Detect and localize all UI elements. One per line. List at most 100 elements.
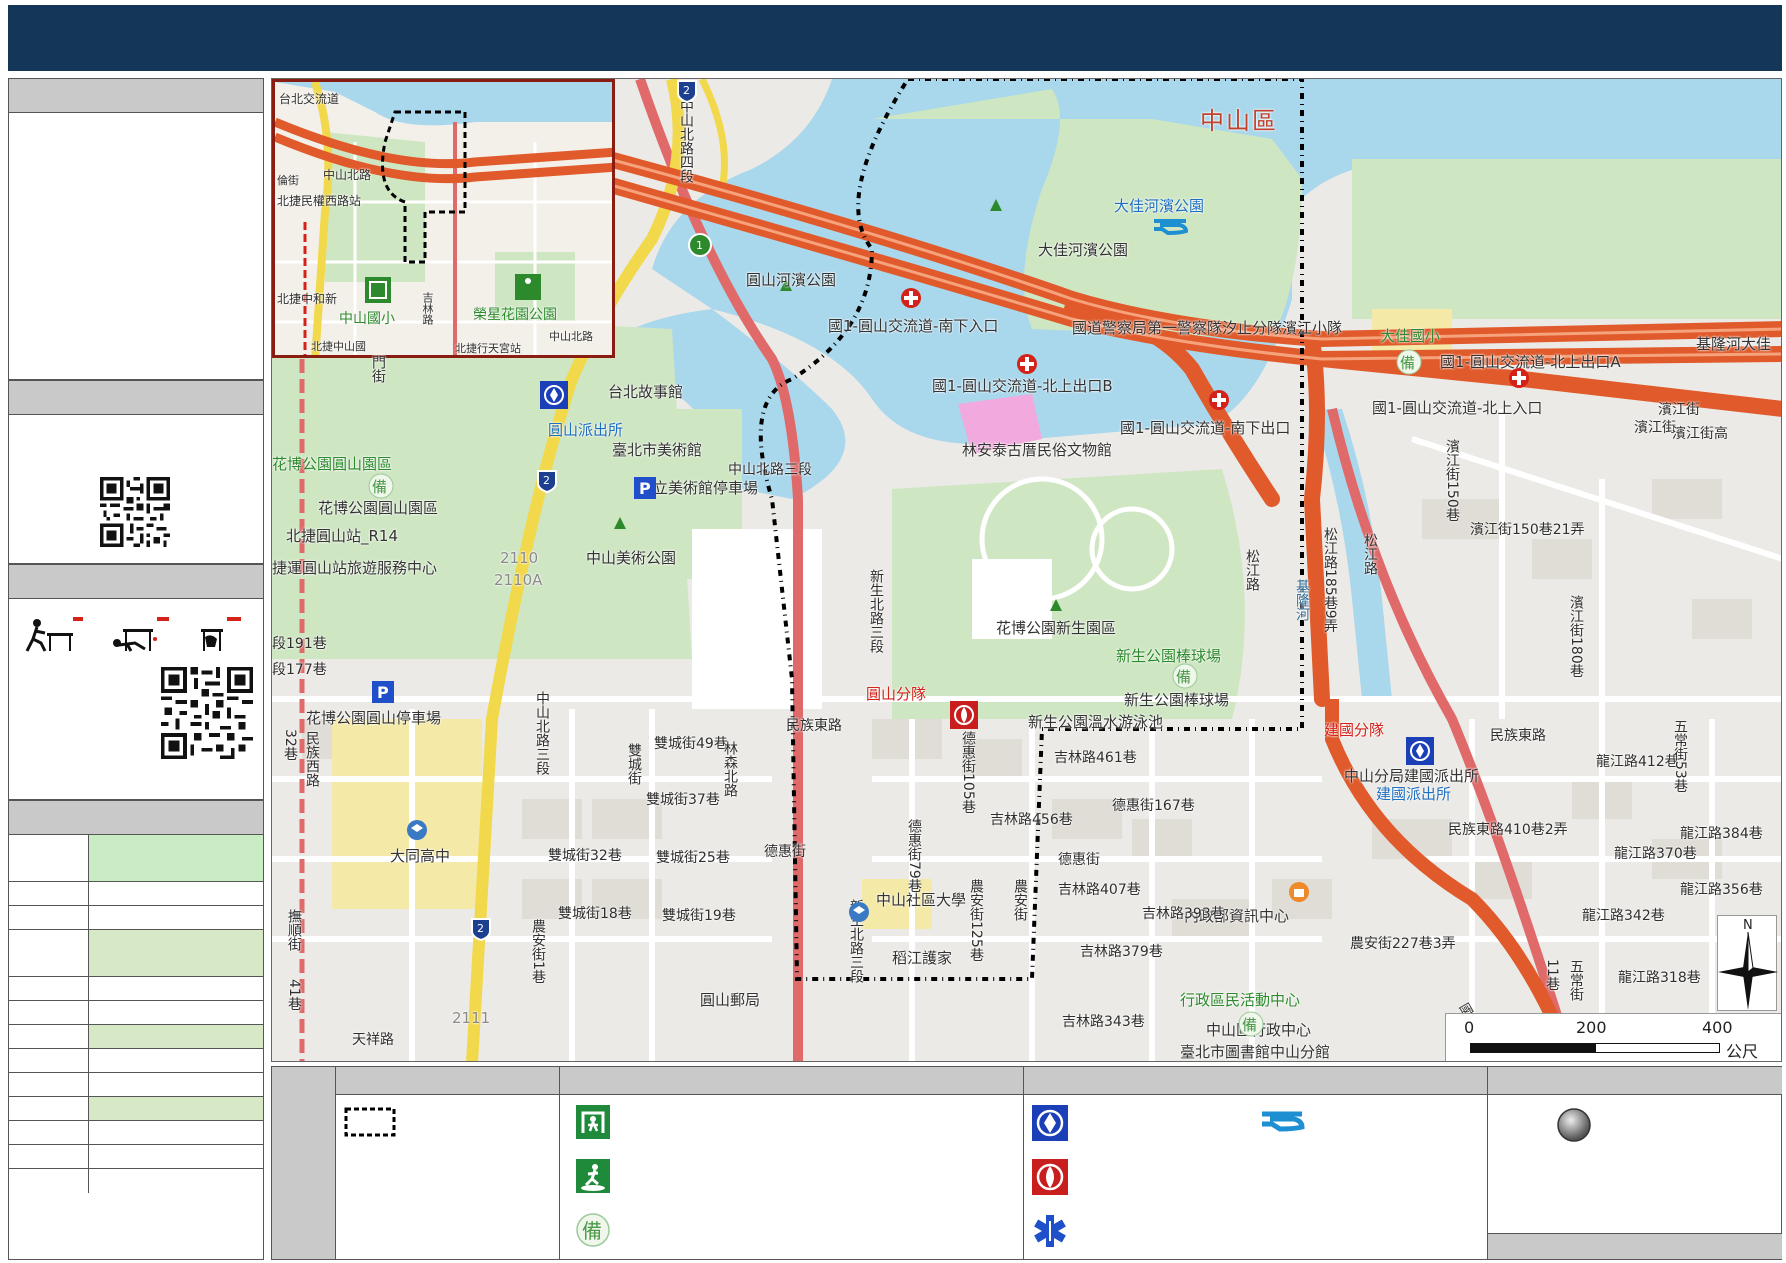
qr-panel <box>8 380 264 564</box>
road-label: 雙城街19巷 <box>662 908 736 924</box>
road-label: 民族東路 <box>1490 728 1546 744</box>
legend-col-header <box>560 1067 1023 1095</box>
table-row <box>9 835 263 882</box>
table-row <box>9 1001 263 1025</box>
contact-table-panel <box>8 800 264 1260</box>
road-label: 天祥路 <box>352 1032 394 1048</box>
map-label: 臺北市美術館 <box>612 441 703 459</box>
road-label: 濱江街 <box>1658 402 1700 418</box>
scale-segment <box>1470 1043 1595 1053</box>
table-row <box>9 906 263 930</box>
road-label: 中山北路四段 <box>678 99 694 183</box>
contact-table-header <box>9 801 263 835</box>
table-row <box>9 1097 263 1121</box>
road-label: 32巷 <box>282 729 298 761</box>
legend-col-other <box>1488 1067 1782 1259</box>
road-label: 五常街53巷 <box>1672 719 1688 793</box>
outdoor-refuge-icon <box>576 1159 610 1197</box>
road-label: 門街 <box>370 355 386 383</box>
map-label: 花博公園圓山園區 <box>272 455 393 473</box>
road-label: 濱江街150巷21弄 <box>1470 522 1585 538</box>
road-label: 德惠街 <box>764 844 806 860</box>
road-label: 松江路 <box>1362 533 1378 575</box>
road-label: 農安街125巷 <box>968 879 984 962</box>
info-panel <box>8 78 264 380</box>
title-banner <box>8 5 1782 71</box>
map-label: 圓山郵局 <box>700 991 761 1009</box>
evacuation-shelter-icon <box>576 1105 610 1143</box>
road-label: 民族東路410巷2弄 <box>1448 822 1568 838</box>
map-label: 國1-圓山交流道-南下入口 <box>828 317 999 335</box>
map-label: 花博公園圓山園區 <box>318 499 439 517</box>
map-label: 2110 <box>500 549 539 567</box>
table-row <box>9 1073 263 1097</box>
road-label: 德惠街79巷 <box>906 819 922 893</box>
map-canvas[interactable]: 台北交流道 中山北路 北捷民權西路站 北捷中和新 中山國小 榮星花園公園 吉林路… <box>271 78 1782 1062</box>
svg-text:2: 2 <box>683 84 690 97</box>
map-label: 圓山分隊 <box>866 685 927 703</box>
road-label: 濱江街180巷 <box>1568 595 1584 678</box>
svg-text:備: 備 <box>1242 1016 1257 1034</box>
road-label: 吉林路379巷 <box>1080 944 1163 960</box>
road-label: 中山北路三段 <box>534 691 550 775</box>
road-label: 德惠街 <box>1058 852 1100 868</box>
road-label: 吉林路461巷 <box>1054 750 1137 766</box>
road-label: 松江路 <box>1244 549 1260 591</box>
map-label: 花博公園圓山停車場 <box>306 709 442 727</box>
drop-pictogram-icon <box>23 613 83 659</box>
map-label: 市立美術館停車場 <box>638 479 759 497</box>
road-label: 41巷 <box>286 979 302 1011</box>
map-label: 建國分隊 <box>1324 721 1385 739</box>
table-row <box>9 1145 263 1169</box>
road-label: 龍江路318巷 <box>1618 970 1701 986</box>
road-label: 雙城街18巷 <box>558 906 632 922</box>
map-label: 圓山派出所 <box>548 421 624 439</box>
svg-text:備: 備 <box>582 1219 602 1243</box>
map-label: 國1-圓山交流道-北上出口B <box>932 377 1113 395</box>
scale-unit: 公尺 <box>1726 1042 1759 1061</box>
road-label: 段177巷 <box>272 662 327 678</box>
inset-label: 中山北路 <box>549 330 593 343</box>
svg-text:P: P <box>639 479 651 498</box>
qr-code-small[interactable] <box>100 477 170 547</box>
map-label: 大佳河濱公園 <box>1038 241 1129 259</box>
legend-footer-bar <box>1488 1233 1782 1259</box>
road-label: 龍江路412巷 <box>1596 754 1679 770</box>
table-row <box>9 882 263 906</box>
standby-site-icon: 備 <box>576 1213 610 1251</box>
inset-label: 中山國小 <box>339 311 395 327</box>
table-row <box>9 1169 263 1193</box>
map-label: 行政區民活動中心 <box>1180 991 1301 1009</box>
legend-col-header <box>1488 1067 1782 1095</box>
qr-code-large[interactable] <box>161 667 253 759</box>
map-label: 大佳河濱公園 <box>1114 197 1205 215</box>
road-label: 雙城街 <box>626 743 642 785</box>
qr-panel-header <box>9 381 263 415</box>
road-label: 雙城街49巷 <box>654 736 728 752</box>
inset-label: 榮星花園公園 <box>473 307 557 323</box>
scale-tick: 400 <box>1702 1018 1733 1037</box>
road-label: 農安街1巷 <box>530 919 546 984</box>
medical-icon <box>1032 1213 1068 1253</box>
map-label: 花博公園新生園區 <box>996 619 1117 637</box>
road-label: 龍江路384巷 <box>1680 826 1763 842</box>
map-label: 稻江護家 <box>892 949 953 967</box>
road-label: 濱江街 <box>1634 420 1676 436</box>
road-label: 吉林路407巷 <box>1058 882 1141 898</box>
map-label: 圓山河濱公園 <box>746 271 837 289</box>
road-label: 龍江路370巷 <box>1614 846 1697 862</box>
inset-label: 北捷中山國 <box>311 340 366 353</box>
map-label: 北捷圓山站_R14 <box>286 527 399 545</box>
road-label: 松江路185巷9弄 <box>1322 527 1338 633</box>
road-label: 吉林路456巷 <box>990 812 1073 828</box>
info-panel-header <box>9 79 263 113</box>
svg-text:P: P <box>377 683 389 702</box>
road-label: 雙城街25巷 <box>656 850 730 866</box>
map-label: 中山美術公園 <box>586 549 677 567</box>
inset-label: 北捷中和新 <box>277 292 338 306</box>
north-label: N <box>1743 918 1753 933</box>
north-arrow-icon: N <box>1717 915 1778 1011</box>
legend-col-header <box>336 1067 559 1095</box>
map-label: 林安泰古厝民俗文物館 <box>962 441 1113 459</box>
road-label: 11巷 <box>1544 959 1560 991</box>
